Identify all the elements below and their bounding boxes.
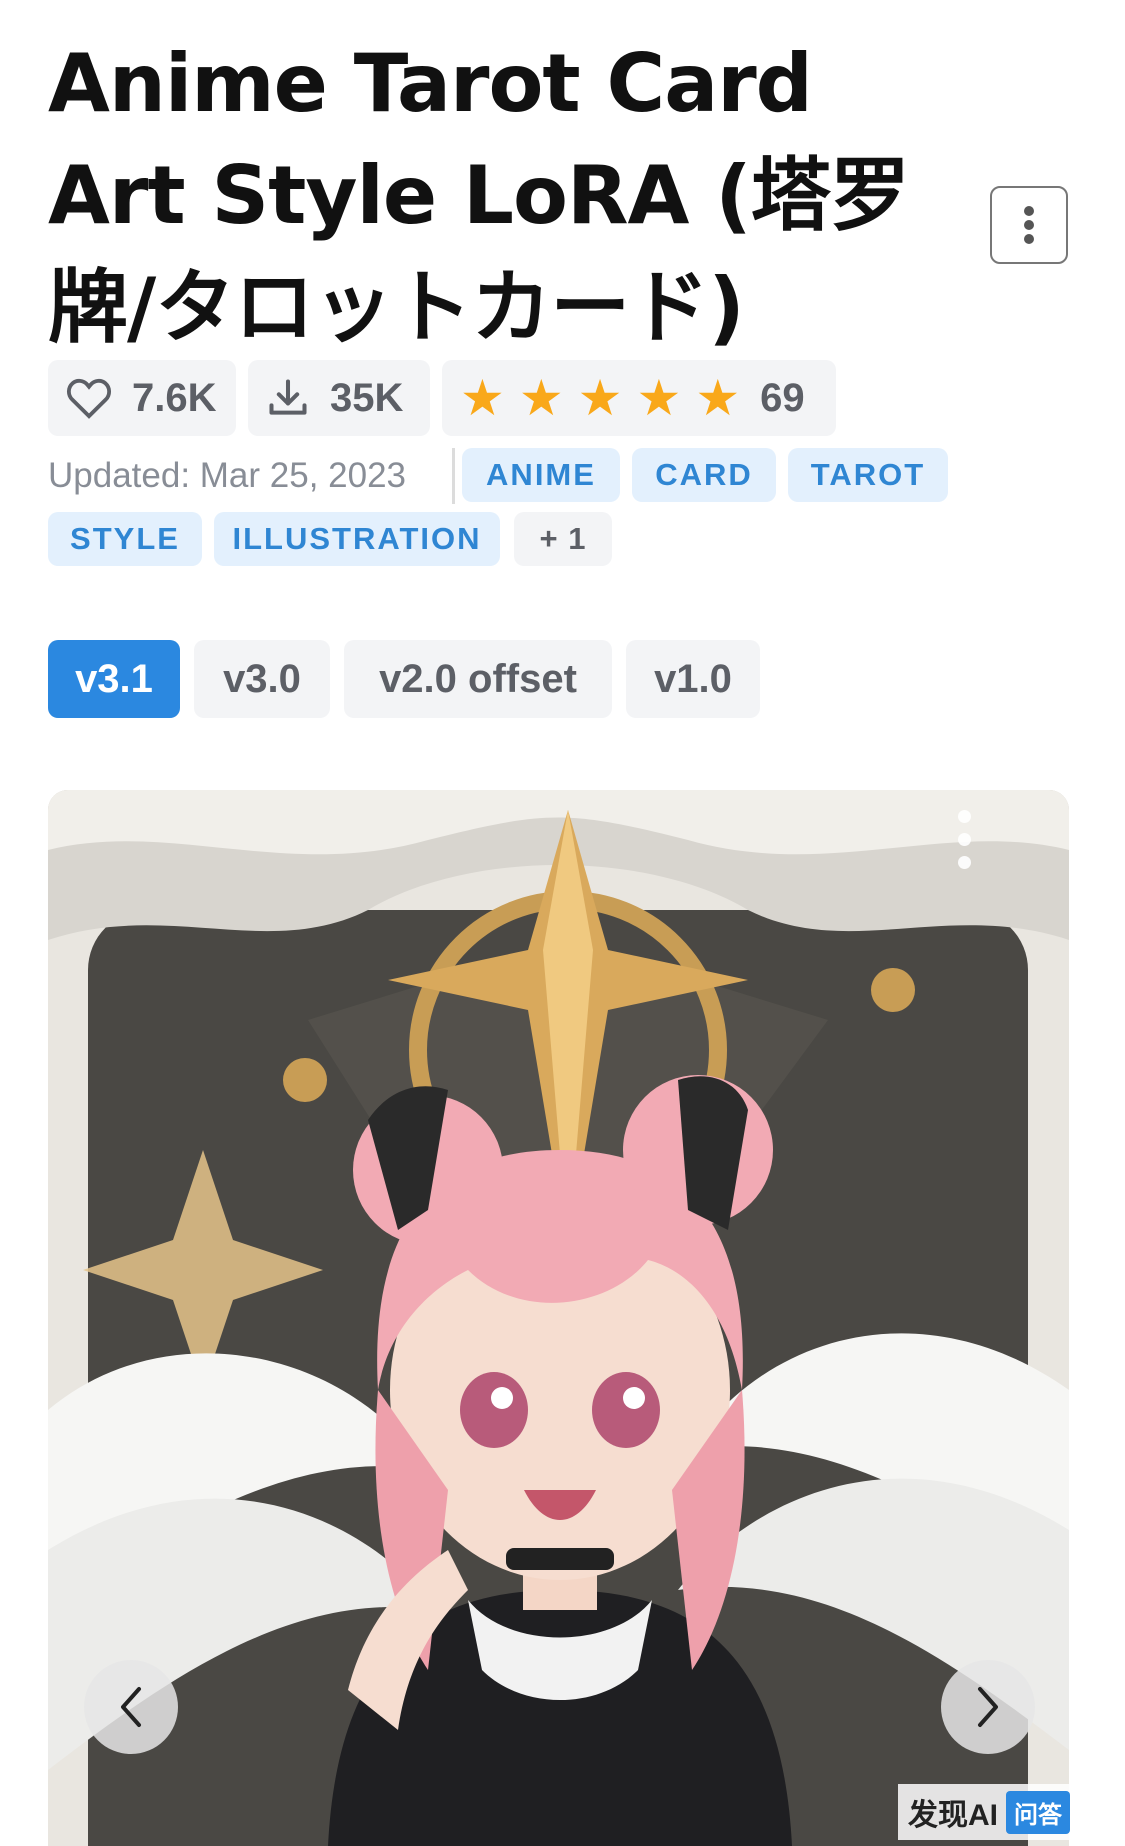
star-icon: ★	[695, 370, 741, 426]
tag-tarot[interactable]: TAROT	[788, 448, 948, 502]
watermark-badge: 问答	[1006, 1790, 1070, 1834]
rating-count: 69	[760, 375, 805, 420]
tag-anime[interactable]: ANIME	[462, 448, 620, 502]
star-icon: ★	[460, 370, 505, 426]
next-image-button[interactable]	[941, 1660, 1035, 1754]
star-icon: ★	[577, 370, 623, 426]
tarot-illustration	[48, 790, 1069, 1846]
watermark: 发现AI 问答	[898, 1784, 1080, 1840]
star-icon: ★	[636, 370, 682, 426]
download-count: 35K	[330, 375, 404, 420]
chevron-right-icon	[978, 1687, 998, 1727]
download-stat[interactable]: 35K	[248, 360, 430, 436]
page-title: Anime Tarot Card Art Style LoRA (塔罗牌/タロッ…	[48, 37, 910, 354]
previous-image-button[interactable]	[84, 1660, 178, 1754]
tag-card[interactable]: CARD	[632, 448, 776, 502]
tag-style[interactable]: STYLE	[48, 512, 202, 566]
vertical-dots-icon	[1024, 206, 1034, 244]
image-menu-button[interactable]	[958, 810, 974, 879]
version-tab-v2-0-offset[interactable]: v2.0 offset	[344, 640, 612, 718]
rating-stars: ★ ★ ★ ★ ★	[460, 373, 740, 423]
more-options-button[interactable]	[990, 186, 1068, 264]
divider	[452, 448, 455, 504]
watermark-site: 发现AI	[908, 1799, 998, 1832]
chevron-left-icon	[121, 1687, 141, 1727]
like-stat[interactable]: 7.6K	[48, 360, 236, 436]
rating-stat[interactable]: ★ ★ ★ ★ ★ 69	[442, 360, 836, 436]
version-tab-v3-0[interactable]: v3.0	[194, 640, 330, 718]
like-count: 7.6K	[132, 375, 217, 420]
heart-icon	[66, 377, 112, 419]
star-icon: ★	[518, 370, 564, 426]
tag-illustration[interactable]: ILLUSTRATION	[214, 512, 500, 566]
download-icon	[266, 376, 310, 420]
version-tab-v3-1[interactable]: v3.1	[48, 640, 180, 718]
preview-image[interactable]	[48, 790, 1069, 1846]
version-tab-v1-0[interactable]: v1.0	[626, 640, 760, 718]
tags-more-button[interactable]: + 1	[514, 512, 612, 566]
updated-date: Updated: Mar 25, 2023	[48, 456, 407, 495]
